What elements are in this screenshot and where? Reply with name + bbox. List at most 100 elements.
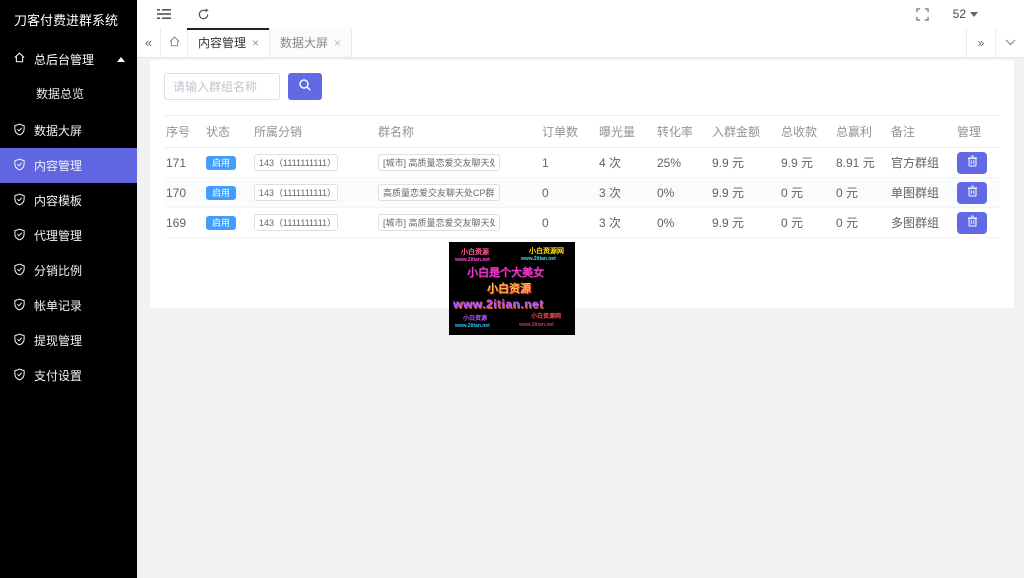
cell-conversion: 25% xyxy=(655,147,710,178)
home-tab-icon xyxy=(168,35,181,51)
delete-button[interactable] xyxy=(957,151,987,174)
sidebar-item-label: 内容模板 xyxy=(34,194,83,208)
cell-orders: 0 xyxy=(540,207,597,238)
sidebar-item-label: 代理管理 xyxy=(34,229,83,243)
sidebar-item-label: 数据大屏 xyxy=(34,124,83,138)
group-name-input[interactable] xyxy=(378,214,500,231)
column-header: 群名称 xyxy=(376,115,540,148)
trash-icon xyxy=(967,215,978,230)
cell-total_received: 9.9 元 xyxy=(779,147,834,178)
tabs-menu-button[interactable] xyxy=(995,28,1024,57)
cell-total_profit: 0 元 xyxy=(834,177,889,208)
sidebar-item[interactable]: 分销比例 xyxy=(0,253,137,288)
cell-join_amount: 9.9 元 xyxy=(710,177,779,208)
column-header: 总赢利 xyxy=(834,115,889,148)
cell-orders: 0 xyxy=(540,177,597,208)
search-row xyxy=(164,73,1000,100)
tab[interactable]: 内容管理 × xyxy=(186,28,271,57)
cell-remark: 单图群组 xyxy=(889,177,955,208)
ad-url: www.2itian.net xyxy=(519,322,554,328)
page-size-selector[interactable]: 52 xyxy=(953,7,978,21)
shield-check-icon xyxy=(13,193,26,209)
sidebar-item[interactable]: 数据大屏 xyxy=(0,113,137,148)
cell-remark: 官方群组 xyxy=(889,147,955,178)
column-header: 所属分销 xyxy=(252,115,376,148)
ad-subline: 小白资源 xyxy=(487,283,531,295)
sidebar-item-data-overview[interactable]: 数据总览 xyxy=(0,77,137,111)
shield-check-icon xyxy=(13,333,26,349)
sidebar-item-label: 提现管理 xyxy=(34,334,83,348)
status-badge: 启用 xyxy=(206,185,237,201)
column-header: 管理 xyxy=(955,115,1000,148)
ad-url: www.2itian.net xyxy=(455,257,490,263)
ad-headline: 小白是个大美女 xyxy=(467,267,544,279)
ad-text: 小白资源 xyxy=(463,316,488,322)
distributor-input[interactable] xyxy=(254,154,338,171)
cell-id: 171 xyxy=(164,147,204,178)
sidebar-group-label: 总后台管理 xyxy=(34,52,95,67)
caret-down-icon xyxy=(970,11,978,17)
sidebar-item[interactable]: 内容管理 xyxy=(0,148,137,183)
search-icon xyxy=(298,78,312,95)
cell-actions xyxy=(955,177,1000,208)
sidebar-item[interactable]: 帐单记录 xyxy=(0,288,137,323)
cell-total_received: 0 元 xyxy=(779,207,834,238)
delete-button[interactable] xyxy=(957,181,987,204)
tabs-scroll-left-button[interactable]: « xyxy=(137,28,161,57)
group-name-input[interactable] xyxy=(378,154,500,171)
distributor-input[interactable] xyxy=(254,184,338,201)
sidebar-item[interactable]: 提现管理 xyxy=(0,323,137,358)
status-badge: 启用 xyxy=(206,215,237,231)
tabs-scroll-right-button[interactable]: » xyxy=(966,28,995,57)
fullscreen-icon[interactable] xyxy=(916,7,929,21)
ad-url: www.2itian.net xyxy=(455,323,490,329)
table-row: 169启用03 次0%9.9 元0 元0 元多图群组 xyxy=(164,207,1000,238)
delete-button[interactable] xyxy=(957,211,987,234)
cell-conversion: 0% xyxy=(655,177,710,208)
sidebar-menu: 数据大屏内容管理内容模板代理管理分销比例帐单记录提现管理支付设置 xyxy=(0,113,137,393)
distributor-input[interactable] xyxy=(254,214,338,231)
cell-group_name xyxy=(376,207,540,238)
group-name-input[interactable] xyxy=(378,184,500,201)
cell-exposure: 3 次 xyxy=(597,177,655,208)
column-header: 订单数 xyxy=(540,115,597,148)
cell-orders: 1 xyxy=(540,147,597,178)
sidebar: 刀客付费进群系统 总后台管理 数据总览 数据大屏内容管理内容模板代理管理分销比例… xyxy=(0,0,137,578)
shield-check-icon xyxy=(13,368,26,384)
search-input[interactable] xyxy=(164,73,280,100)
status-badge: 启用 xyxy=(206,155,237,171)
tab-close-icon[interactable]: × xyxy=(252,37,259,49)
sidebar-item[interactable]: 支付设置 xyxy=(0,358,137,393)
topbar: 52 xyxy=(137,0,1024,28)
menu-toggle-icon[interactable] xyxy=(157,8,171,20)
ad-url: www.2itian.net xyxy=(521,256,556,262)
tab-close-icon[interactable]: × xyxy=(334,37,341,49)
tabbar: « 内容管理 × 数据大屏 × » xyxy=(137,28,1024,58)
shield-check-icon xyxy=(13,228,26,244)
cell-distributor xyxy=(252,177,376,208)
caret-up-icon xyxy=(117,56,125,62)
cell-group_name xyxy=(376,177,540,208)
ad-main-url: www.2itian.net xyxy=(453,297,544,311)
column-header: 序号 xyxy=(164,115,204,148)
tab[interactable]: 数据大屏 × xyxy=(270,28,353,57)
groups-table: 序号 状态 所属分销 群名称 订单数 曝光量 转化率 入群金额 总收款 总赢利 备注 管理 171 启用… xyxy=(164,115,1000,238)
sidebar-group-admin[interactable]: 总后台管理 xyxy=(0,41,137,77)
sidebar-item-label: 支付设置 xyxy=(34,369,83,383)
sidebar-item-label: 分销比例 xyxy=(34,264,83,278)
cell-remark: 多图群组 xyxy=(889,207,955,238)
tabs-container: 内容管理 × 数据大屏 × xyxy=(186,28,353,57)
app-title: 刀客付费进群系统 xyxy=(14,13,119,28)
cell-distributor xyxy=(252,147,376,178)
table-row: 171启用14 次25%9.9 元9.9 元8.91 元官方群组 xyxy=(164,147,1000,178)
sidebar-item[interactable]: 代理管理 xyxy=(0,218,137,253)
cell-status: 启用 xyxy=(204,177,252,208)
table-header-row: 序号 状态 所属分销 群名称 订单数 曝光量 转化率 入群金额 总收款 总赢利 备注 管理 xyxy=(164,115,1000,148)
search-button[interactable] xyxy=(288,73,322,100)
ad-text: 小白资源网 xyxy=(529,248,564,255)
column-header: 曝光量 xyxy=(597,115,655,148)
refresh-icon[interactable] xyxy=(197,8,210,21)
sidebar-item[interactable]: 内容模板 xyxy=(0,183,137,218)
tab-home-button[interactable] xyxy=(161,28,188,57)
shield-check-icon xyxy=(13,263,26,279)
